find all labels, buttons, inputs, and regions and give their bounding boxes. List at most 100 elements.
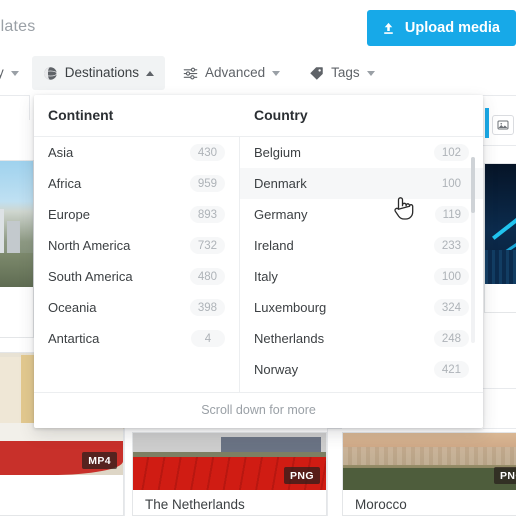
- image-view-icon-button[interactable]: [492, 115, 514, 135]
- continent-row-label: Europe: [48, 207, 90, 222]
- media-format-badge: PNG: [494, 467, 516, 484]
- country-row[interactable]: Belgium 102: [240, 137, 483, 168]
- country-row-count: 100: [433, 268, 469, 285]
- globe-icon: [43, 66, 57, 80]
- divider: [483, 428, 516, 429]
- dropdown-footer: Scroll down for more: [34, 392, 483, 428]
- divider: [29, 95, 30, 120]
- country-row[interactable]: Ireland 233: [240, 230, 483, 261]
- country-row[interactable]: Denmark 100: [240, 168, 483, 199]
- media-card[interactable]: PNG: [484, 163, 516, 313]
- media-library-screen: old Co ity Inte MP4: [0, 0, 516, 516]
- divider: [483, 145, 516, 146]
- filter-chip-tags-label: Tags: [331, 65, 360, 81]
- continent-row-count: 480: [189, 268, 225, 285]
- country-row-count: 233: [433, 237, 469, 254]
- continent-row[interactable]: Oceania 398: [34, 292, 239, 323]
- country-list-scrollbar[interactable]: [471, 157, 475, 343]
- media-format-badge: MP4: [82, 452, 117, 469]
- filter-chip-advanced-label: Advanced: [205, 65, 266, 81]
- chevron-down-icon: [10, 70, 19, 76]
- country-row-label: Ireland: [254, 238, 294, 253]
- continent-row-label: North America: [48, 238, 131, 253]
- continent-row-count: 732: [189, 237, 225, 254]
- scroll-hint-label: Scroll down for more: [201, 403, 316, 417]
- continent-row-count: 893: [189, 206, 225, 223]
- continent-row[interactable]: South America 480: [34, 261, 239, 292]
- country-row-label: Netherlands: [254, 331, 325, 346]
- continent-row-count: 959: [189, 175, 225, 192]
- chevron-down-icon: [272, 70, 281, 76]
- media-card-title: The Netherlands: [145, 497, 245, 512]
- chevron-up-icon: [146, 70, 155, 76]
- continent-row[interactable]: Antartica 4: [34, 323, 239, 354]
- destinations-dropdown-panel: Continent Country Asia 430 Africa 959 Europe…: [34, 95, 483, 428]
- continent-row[interactable]: Asia 430: [34, 137, 239, 168]
- scrollbar-thumb[interactable]: [471, 157, 475, 213]
- media-card-subtitle: ity Inte: [0, 319, 35, 331]
- media-card[interactable]: PNG Morocco: [342, 432, 516, 516]
- media-thumbnail: PNG: [485, 164, 516, 284]
- sliders-icon: [183, 67, 198, 79]
- divider: [327, 428, 342, 429]
- country-row-label: Norway: [254, 362, 299, 377]
- country-row-count: 421: [433, 361, 469, 378]
- filter-chip-tags[interactable]: Tags: [298, 56, 386, 90]
- country-list: Belgium 102 Denmark 100 Germany 119 Ireland 233…: [240, 137, 483, 385]
- filter-chip-destinations[interactable]: Destinations: [31, 56, 166, 90]
- country-row-label: Denmark: [254, 176, 307, 191]
- country-row-label: Belgium: [254, 145, 301, 160]
- divider: [327, 428, 328, 516]
- media-thumbnail: PNG: [133, 433, 326, 490]
- filter-chip-partial[interactable]: y: [0, 56, 30, 90]
- country-row-count: 100: [433, 175, 469, 192]
- continent-row-label: Antartica: [48, 331, 100, 346]
- country-row-count: 119: [434, 206, 469, 223]
- media-card-title: Morocco: [355, 497, 407, 512]
- country-row-label: Luxembourg: [254, 300, 327, 315]
- media-thumbnail: PNG: [343, 433, 516, 490]
- country-column-header: Country: [254, 107, 308, 123]
- tag-icon: [310, 66, 323, 80]
- upload-icon: [384, 22, 393, 34]
- continent-list: Asia 430 Africa 959 Europe 893 North America 73…: [34, 137, 239, 354]
- country-row[interactable]: Netherlands 248: [240, 323, 483, 354]
- upload-media-button[interactable]: Upload media: [366, 10, 516, 46]
- media-card[interactable]: PNG The Netherlands: [132, 432, 327, 516]
- page-title: mplates: [0, 18, 36, 35]
- country-row-count: 102: [433, 144, 469, 161]
- continent-row-label: Asia: [48, 145, 74, 160]
- filter-chip-partial-label: y: [0, 65, 4, 81]
- continent-row[interactable]: Africa 959: [34, 168, 239, 199]
- media-card-title: old Co: [0, 297, 35, 312]
- continent-row[interactable]: Europe 893: [34, 199, 239, 230]
- media-thumbnail: [0, 161, 33, 287]
- filter-chip-advanced[interactable]: Advanced: [172, 56, 291, 90]
- continent-row-label: South America: [48, 269, 133, 284]
- country-row-count: 248: [433, 330, 469, 347]
- continent-row[interactable]: North America 732: [34, 230, 239, 261]
- filter-chip-destinations-label: Destinations: [64, 65, 140, 81]
- divider: [0, 95, 30, 96]
- view-accent-bar: [485, 108, 489, 138]
- media-card[interactable]: old Co ity Inte: [0, 160, 34, 338]
- country-row-label: Germany: [254, 207, 308, 222]
- country-row[interactable]: Germany 119: [240, 199, 483, 230]
- media-format-badge: PNG: [284, 467, 320, 484]
- continent-row-count: 398: [189, 299, 225, 316]
- country-row[interactable]: Luxembourg 324: [240, 292, 483, 323]
- continent-row-count: 4: [191, 330, 225, 347]
- upload-media-label: Upload media: [404, 20, 500, 36]
- divider: [124, 428, 125, 516]
- divider: [483, 95, 516, 96]
- country-row[interactable]: Italy 100: [240, 261, 483, 292]
- country-row-label: Italy: [254, 269, 278, 284]
- dropdown-header: Continent Country: [34, 95, 483, 136]
- filter-bar: y Destinations Advanced Tags: [0, 54, 516, 92]
- image-icon: [497, 120, 509, 130]
- country-row-count: 324: [433, 299, 469, 316]
- continent-row-label: Oceania: [48, 300, 97, 315]
- chevron-down-icon: [366, 70, 375, 76]
- continent-column-header: Continent: [48, 107, 114, 123]
- country-row[interactable]: Norway 421: [240, 354, 483, 385]
